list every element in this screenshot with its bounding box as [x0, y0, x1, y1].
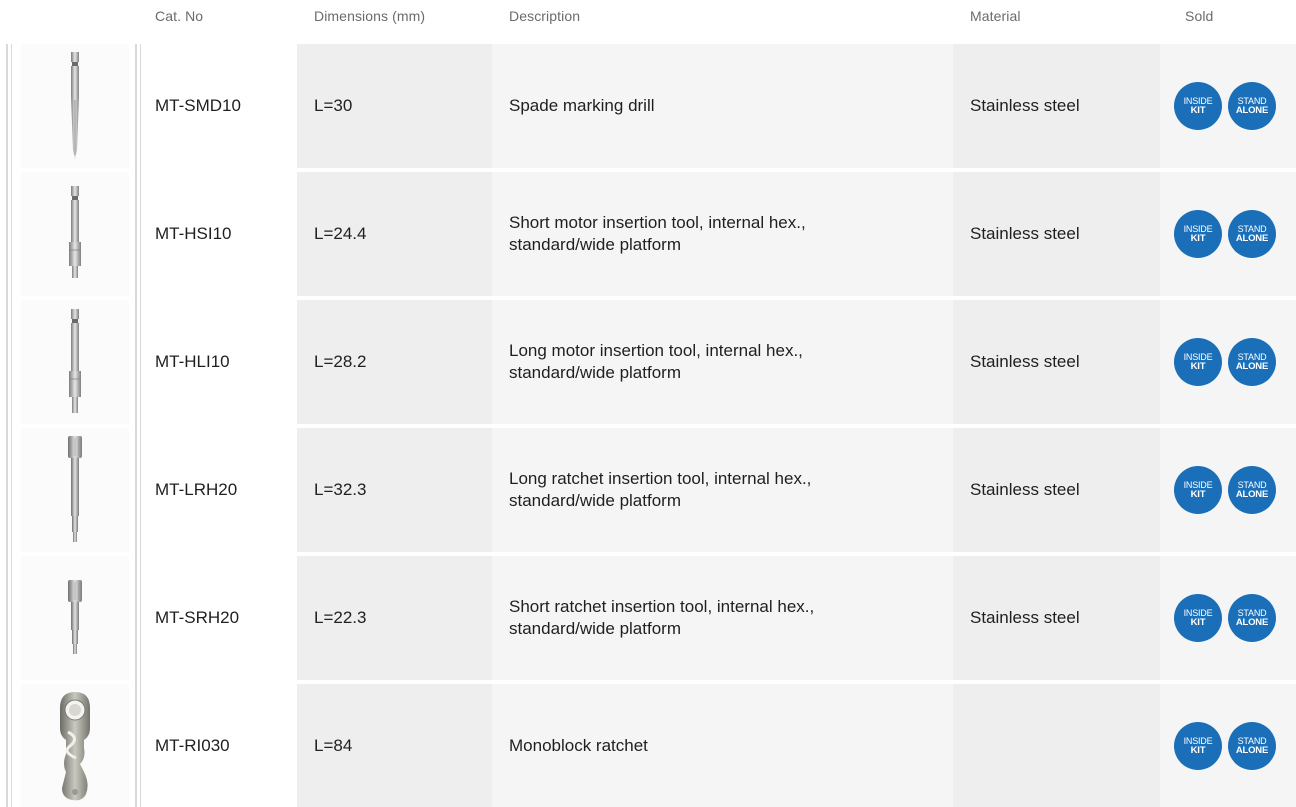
product-thumbnail	[21, 684, 129, 807]
stand-alone-badge: STAND ALONE	[1228, 210, 1276, 258]
description-cell: Long motor insertion tool, internal hex.…	[492, 300, 953, 424]
dimensions-cell: L=24.4	[297, 172, 492, 296]
cat-no-cell: MT-SRH20	[141, 556, 296, 680]
inside-kit-badge: INSIDE KIT	[1174, 466, 1222, 514]
short-motor-tool-icon	[69, 186, 81, 278]
table-row[interactable]: MT-HLI10 L=28.2 Long motor insertion too…	[0, 300, 1296, 424]
long-motor-tool-icon	[69, 309, 81, 413]
table-row[interactable]: MT-LRH20 L=32.3 Long ratchet insertion t…	[0, 428, 1296, 552]
dimensions-cell: L=22.3	[297, 556, 492, 680]
inside-kit-badge: INSIDE KIT	[1174, 594, 1222, 642]
stand-alone-badge: STAND ALONE	[1228, 466, 1276, 514]
sold-cell: INSIDE KIT STAND ALONE	[1160, 172, 1296, 296]
dimensions-cell: L=32.3	[297, 428, 492, 552]
header-dimensions: Dimensions (mm)	[314, 8, 426, 24]
dimensions-cell: L=84	[297, 684, 492, 807]
material-cell: Stainless steel	[953, 556, 1160, 680]
stand-alone-badge: STAND ALONE	[1228, 594, 1276, 642]
description-cell: Short ratchet insertion tool, internal h…	[492, 556, 953, 680]
cat-no-cell: MT-HSI10	[141, 172, 296, 296]
header-material: Material	[970, 8, 1021, 24]
material-cell: Stainless steel	[953, 44, 1160, 168]
product-thumbnail	[21, 556, 129, 680]
material-cell	[953, 684, 1160, 807]
inside-kit-badge: INSIDE KIT	[1174, 338, 1222, 386]
material-cell: Stainless steel	[953, 300, 1160, 424]
table-row[interactable]: MT-SMD10 L=30 Spade marking drill Stainl…	[0, 44, 1296, 168]
sold-cell: INSIDE KIT STAND ALONE	[1160, 300, 1296, 424]
header-sold: Sold	[1185, 8, 1214, 24]
stand-alone-badge: STAND ALONE	[1228, 722, 1276, 770]
description-cell: Short motor insertion tool, internal hex…	[492, 172, 953, 296]
cat-no-cell: MT-LRH20	[141, 428, 296, 552]
header-cat-no: Cat. No	[155, 8, 204, 24]
inside-kit-badge: INSIDE KIT	[1174, 210, 1222, 258]
sold-cell: INSIDE KIT STAND ALONE	[1160, 428, 1296, 552]
inside-kit-badge: INSIDE KIT	[1174, 722, 1222, 770]
product-thumbnail	[21, 44, 129, 168]
material-cell: Stainless steel	[953, 428, 1160, 552]
cat-no-cell: MT-HLI10	[141, 300, 296, 424]
description-cell: Spade marking drill	[492, 44, 953, 168]
inside-kit-badge: INSIDE KIT	[1174, 82, 1222, 130]
table-row[interactable]: MT-RI030 L=84 Monoblock ratchet INSIDE KI…	[0, 684, 1296, 807]
product-thumbnail	[21, 428, 129, 552]
sold-cell: INSIDE KIT STAND ALONE	[1160, 44, 1296, 168]
long-ratchet-tool-icon	[68, 436, 82, 542]
short-ratchet-tool-icon	[68, 580, 82, 654]
cat-no-cell: MT-RI030	[141, 684, 296, 807]
spade-drill-icon	[71, 52, 79, 160]
table-row[interactable]: MT-SRH20 L=22.3 Short ratchet insertion …	[0, 556, 1296, 680]
material-cell: Stainless steel	[953, 172, 1160, 296]
table-row[interactable]: MT-HSI10 L=24.4 Short motor insertion to…	[0, 172, 1296, 296]
description-cell: Long ratchet insertion tool, internal he…	[492, 428, 953, 552]
header-description: Description	[509, 8, 581, 24]
sold-cell: INSIDE KIT STAND ALONE	[1160, 684, 1296, 807]
dimensions-cell: L=28.2	[297, 300, 492, 424]
monoblock-ratchet-icon	[60, 692, 90, 801]
sold-cell: INSIDE KIT STAND ALONE	[1160, 556, 1296, 680]
cat-no-cell: MT-SMD10	[141, 44, 296, 168]
stand-alone-badge: STAND ALONE	[1228, 82, 1276, 130]
description-cell: Monoblock ratchet	[492, 684, 953, 807]
table-header: Cat. No Dimensions (mm) Description Mate…	[0, 0, 1296, 40]
stand-alone-badge: STAND ALONE	[1228, 338, 1276, 386]
product-thumbnail	[21, 300, 129, 424]
product-thumbnail	[21, 172, 129, 296]
dimensions-cell: L=30	[297, 44, 492, 168]
